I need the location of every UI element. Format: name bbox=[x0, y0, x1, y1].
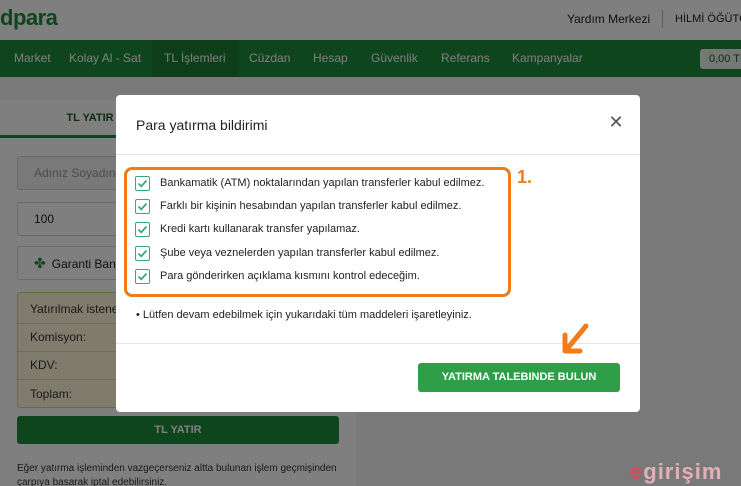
checklist-item-label: Bankamatik (ATM) noktalarından yapılan t… bbox=[160, 177, 485, 189]
checkbox-checked[interactable] bbox=[135, 222, 150, 237]
deposit-notice-modal: Para yatırma bildirimi ✕ 1. Bankamatik (… bbox=[116, 95, 640, 412]
checklist-item-label: Farklı bir kişinin hesabından yapılan tr… bbox=[160, 200, 462, 212]
watermark-rest: girişim bbox=[643, 459, 723, 484]
close-icon[interactable]: ✕ bbox=[606, 112, 626, 132]
modal-header-divider bbox=[116, 154, 640, 155]
checklist-item-label: Kredi kartı kullanarak transfer yapılama… bbox=[160, 223, 360, 235]
checkbox-checked[interactable] bbox=[135, 269, 150, 284]
watermark-logo: egirişim bbox=[630, 459, 722, 485]
annotation-step-label: 1. bbox=[517, 167, 533, 187]
checkbox-checked[interactable] bbox=[135, 246, 150, 261]
checklist-item-label: Para gönderirken açıklama kısmını kontro… bbox=[160, 270, 420, 282]
checkbox-checked[interactable] bbox=[135, 199, 150, 214]
modal-title: Para yatırma bildirimi bbox=[136, 117, 268, 133]
info-note: • Lütfen devam edebilmek için yukarıdaki… bbox=[136, 309, 472, 321]
watermark-first-letter: e bbox=[630, 459, 644, 484]
annotation-arrow-icon bbox=[562, 323, 589, 354]
submit-deposit-request-button[interactable]: YATIRMA TALEBINDE BULUN bbox=[418, 363, 620, 392]
checkbox-checked[interactable] bbox=[135, 176, 150, 191]
checklist-item-label: Şube veya veznelerden yapılan transferle… bbox=[160, 247, 440, 259]
